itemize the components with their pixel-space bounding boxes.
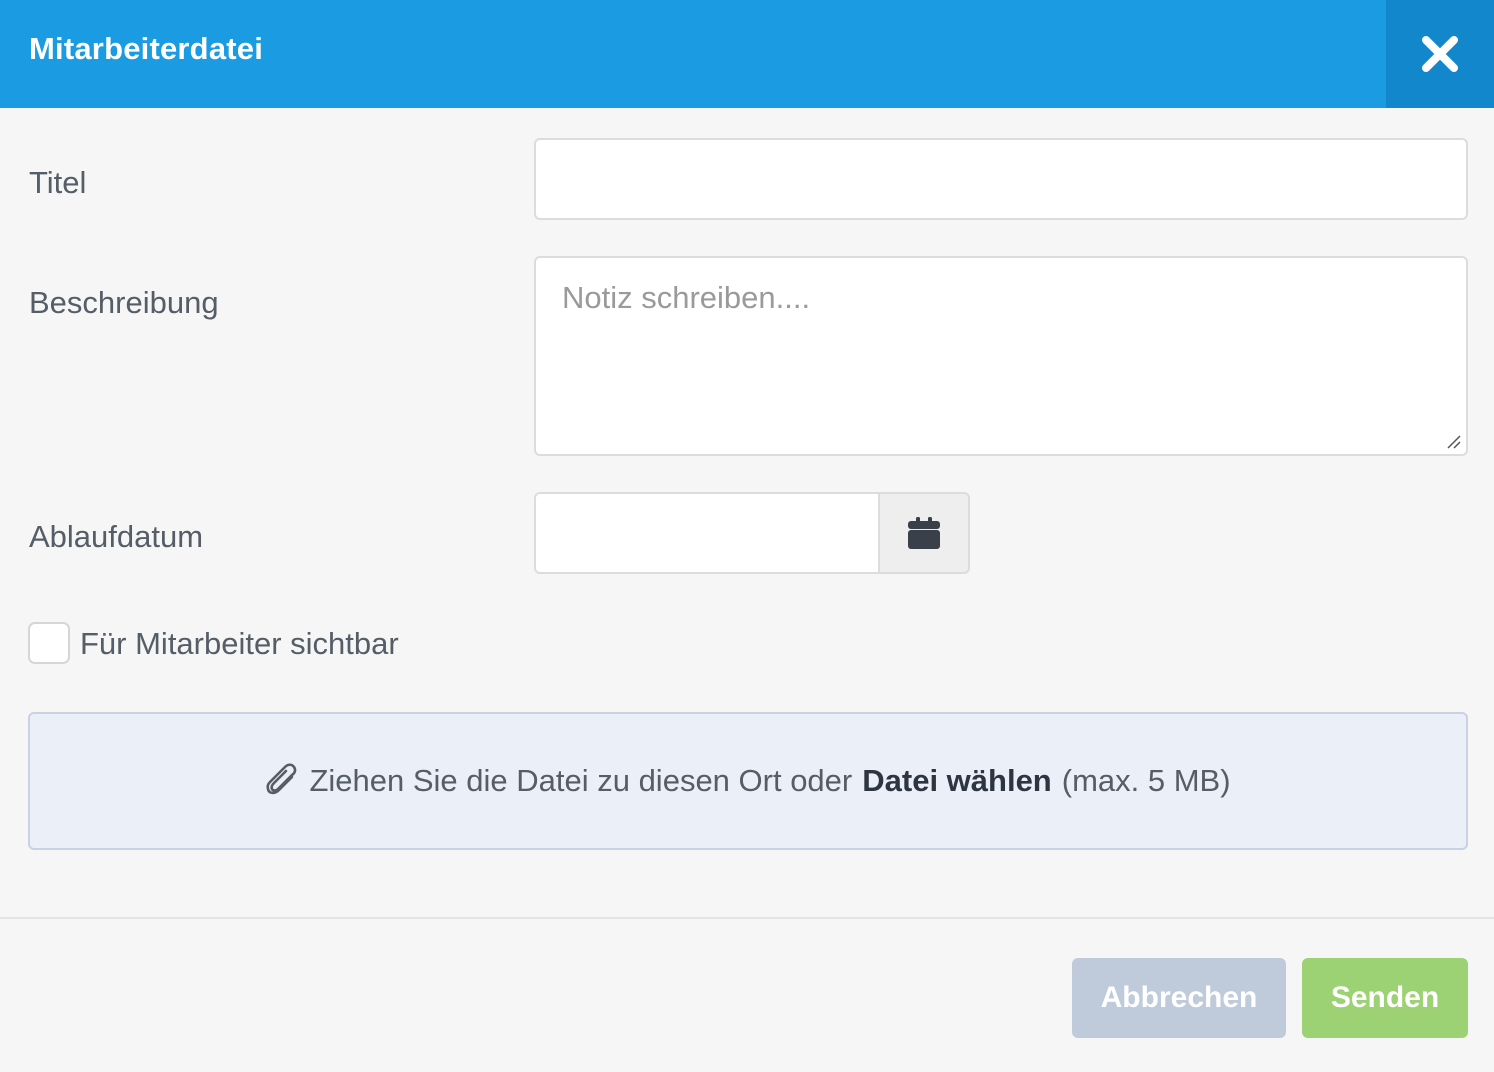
title-label: Titel: [29, 165, 87, 200]
send-button[interactable]: Senden: [1302, 958, 1468, 1038]
choose-file-link[interactable]: Datei wählen: [862, 763, 1052, 799]
footer-divider: [0, 917, 1494, 919]
visible-checkbox-label[interactable]: Für Mitarbeiter sichtbar: [80, 626, 399, 662]
close-button[interactable]: [1386, 0, 1494, 108]
title-input[interactable]: [534, 138, 1468, 220]
calendar-button[interactable]: [878, 492, 970, 574]
description-placeholder: Notiz schreiben....: [562, 280, 811, 315]
dropzone-size-limit: (max. 5 MB): [1061, 763, 1231, 798]
dialog-title: Mitarbeiterdatei: [29, 31, 264, 66]
expiry-date-input[interactable]: [534, 492, 880, 574]
description-textarea[interactable]: Notiz schreiben....: [534, 256, 1468, 456]
dialog-header: Mitarbeiterdatei: [0, 0, 1494, 108]
expiry-label: Ablaufdatum: [29, 519, 204, 554]
dropzone-text: Ziehen Sie die Datei zu diesen Ort oder: [309, 763, 853, 798]
visible-checkbox[interactable]: [28, 622, 70, 664]
file-dropzone[interactable]: Ziehen Sie die Datei zu diesen Ort oder …: [28, 712, 1468, 850]
close-icon: [1422, 36, 1458, 72]
cancel-button[interactable]: Abbrechen: [1072, 958, 1286, 1038]
calendar-icon: [908, 517, 940, 549]
resize-grip-icon[interactable]: [1446, 434, 1462, 450]
description-label: Beschreibung: [29, 285, 219, 320]
paperclip-icon: [265, 762, 299, 800]
